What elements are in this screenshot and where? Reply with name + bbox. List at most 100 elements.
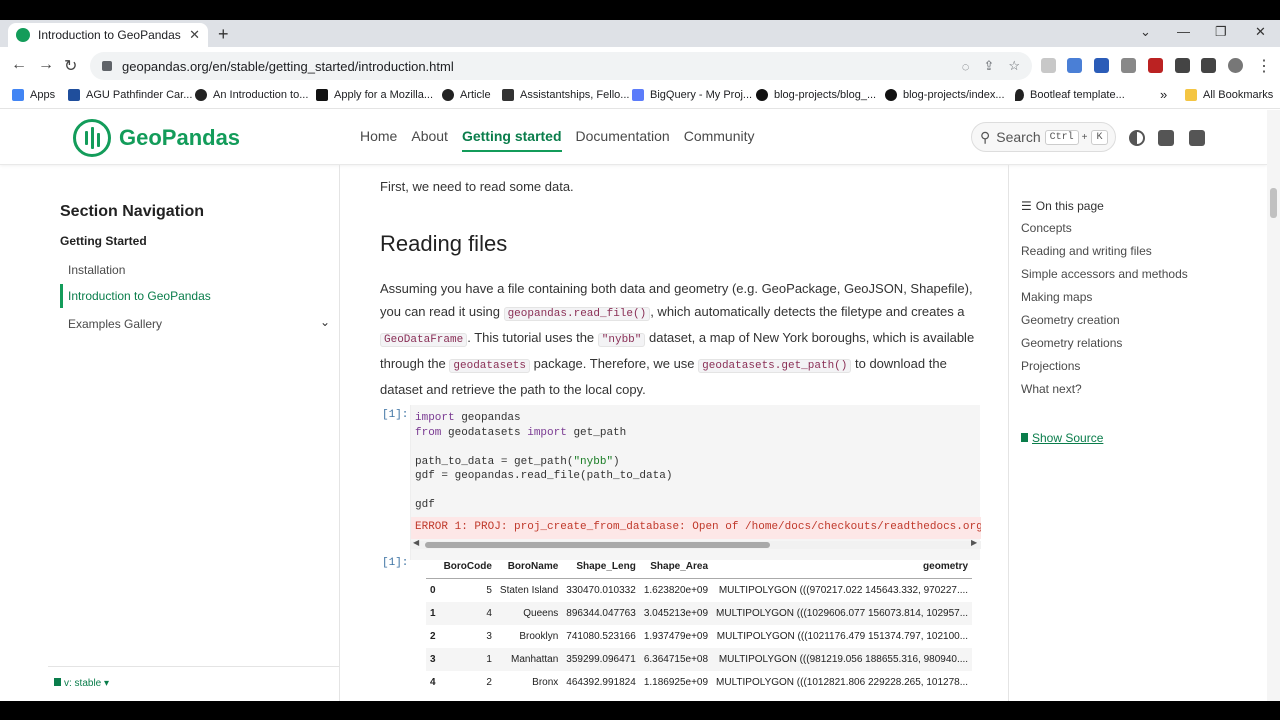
version-label: v: stable ▾ bbox=[64, 678, 110, 689]
nav-documentation[interactable]: Documentation bbox=[576, 128, 670, 152]
page-scrollbar[interactable] bbox=[1267, 110, 1280, 701]
tab-title: Introduction to GeoPandas — G bbox=[38, 28, 183, 42]
active-tab[interactable]: Introduction to GeoPandas — G ✕ bbox=[8, 23, 208, 47]
error-output: ERROR 1: PROJ: proj_create_from_database… bbox=[411, 517, 981, 539]
page-scrollbar-thumb[interactable] bbox=[1270, 188, 1277, 218]
section-nav-title: Section Navigation bbox=[60, 203, 205, 220]
extension-shield-icon[interactable] bbox=[1148, 58, 1163, 73]
sidebar-item-installation[interactable]: Installation bbox=[60, 263, 125, 277]
address-bar[interactable]: geopandas.org/en/stable/getting_started/… bbox=[90, 52, 1032, 80]
more-bookmarks-button[interactable]: » bbox=[1160, 87, 1167, 102]
toc-item-accessors[interactable]: Simple accessors and methods bbox=[1021, 267, 1188, 281]
all-bookmarks-folder[interactable]: All Bookmarks bbox=[1185, 89, 1273, 101]
bookmark-apps[interactable]: Apps bbox=[12, 89, 55, 101]
browser-menu-icon[interactable]: ⋮ bbox=[1256, 56, 1272, 76]
inline-code-geodatasets[interactable]: geodatasets bbox=[449, 359, 531, 373]
new-tab-button[interactable]: + bbox=[218, 24, 229, 45]
extensions-puzzle-icon[interactable] bbox=[1175, 58, 1190, 73]
nav-community[interactable]: Community bbox=[684, 128, 755, 152]
forward-arrow-icon[interactable]: → bbox=[38, 56, 54, 74]
code-source: import geopandas from geodatasets import… bbox=[415, 412, 673, 511]
column-header: Shape_Area bbox=[639, 555, 713, 579]
map-pin-icon bbox=[1015, 89, 1024, 101]
section-heading: Reading files bbox=[380, 231, 508, 256]
tab-search-dropdown-icon[interactable]: ⌄ bbox=[1140, 24, 1151, 40]
bookmark-bootleaf[interactable]: Bootleaf template... bbox=[1015, 89, 1125, 101]
theme-toggle-icon[interactable] bbox=[1129, 130, 1145, 146]
column-header: Shape_Leng bbox=[562, 555, 640, 579]
search-icon: ⚲ bbox=[980, 128, 991, 145]
version-switcher[interactable]: v: stable ▾ bbox=[48, 666, 340, 701]
bookmark-introduction[interactable]: An Introduction to... bbox=[195, 89, 308, 101]
inline-code-nybb: "nybb" bbox=[597, 333, 646, 347]
toc-item-concepts[interactable]: Concepts bbox=[1021, 221, 1072, 235]
inline-code-geodataframe[interactable]: GeoDataFrame bbox=[380, 333, 468, 347]
code-cell[interactable]: import geopandas from geodatasets import… bbox=[410, 405, 981, 560]
bookmark-assistantships[interactable]: Assistantships, Fello... bbox=[502, 89, 629, 101]
scroll-right-icon[interactable]: ▶ bbox=[971, 538, 977, 547]
scroll-left-icon[interactable]: ◀ bbox=[413, 538, 419, 547]
toc-item-geometry-creation[interactable]: Geometry creation bbox=[1021, 313, 1120, 327]
show-source-link[interactable]: Show Source bbox=[1021, 431, 1103, 445]
kbd-ctrl: Ctrl bbox=[1044, 129, 1079, 145]
eye-off-icon[interactable]: ◌ bbox=[962, 59, 970, 74]
on-this-page-toc: ☰ On this page Concepts Reading and writi… bbox=[1008, 165, 1267, 701]
toc-item-geometry-relations[interactable]: Geometry relations bbox=[1021, 336, 1122, 350]
extension-translate-icon[interactable] bbox=[1067, 58, 1082, 73]
profile-avatar[interactable] bbox=[1228, 58, 1243, 73]
globe-icon bbox=[195, 89, 207, 101]
minimize-button[interactable]: — bbox=[1177, 24, 1190, 39]
input-prompt: [1]: bbox=[382, 409, 409, 421]
github-icon[interactable] bbox=[1158, 130, 1174, 146]
close-window-button[interactable]: ✕ bbox=[1255, 24, 1266, 40]
site-header: GeoPandas Home About Getting started Doc… bbox=[0, 110, 1267, 165]
side-panel-icon[interactable] bbox=[1201, 58, 1216, 73]
bookmark-mozilla[interactable]: Apply for a Mozilla... bbox=[316, 89, 433, 101]
geopandas-logo-icon bbox=[73, 119, 111, 157]
toc-item-what-next[interactable]: What next? bbox=[1021, 382, 1082, 396]
nav-about[interactable]: About bbox=[411, 128, 448, 152]
web-page: GeoPandas Home About Getting started Doc… bbox=[0, 110, 1267, 701]
site-info-icon[interactable] bbox=[102, 61, 112, 71]
inline-code-get-path[interactable]: geodatasets.get_path() bbox=[698, 359, 852, 373]
chevron-down-icon[interactable]: ⌄ bbox=[320, 315, 330, 329]
sidebar-item-introduction[interactable]: Introduction to GeoPandas bbox=[60, 284, 211, 308]
nav-home[interactable]: Home bbox=[360, 128, 397, 152]
sidebar-item-examples-gallery[interactable]: Examples Gallery bbox=[60, 317, 162, 331]
search-button[interactable]: ⚲ Search Ctrl + K bbox=[971, 122, 1116, 152]
mozilla-icon bbox=[316, 89, 328, 101]
section-getting-started[interactable]: Getting Started bbox=[60, 234, 147, 248]
restore-button[interactable]: ❐ bbox=[1215, 24, 1227, 40]
extension-play-icon[interactable] bbox=[1121, 58, 1136, 73]
extension-doc-icon[interactable] bbox=[1041, 58, 1056, 73]
bookmark-agu[interactable]: AGU Pathfinder Car... bbox=[68, 89, 192, 101]
toc-item-reading-writing[interactable]: Reading and writing files bbox=[1021, 244, 1152, 258]
reading-files-paragraph: Assuming you have a file containing both… bbox=[380, 281, 975, 397]
horizontal-scrollbar[interactable]: ◀ ▶ bbox=[411, 538, 981, 549]
scrollbar-thumb[interactable] bbox=[425, 542, 770, 548]
back-arrow-icon[interactable]: ← bbox=[11, 56, 27, 74]
bookmark-article[interactable]: Article bbox=[442, 89, 491, 101]
inline-code-read-file[interactable]: geopandas.read_file() bbox=[503, 307, 651, 321]
share-icon[interactable]: ⇪ bbox=[983, 58, 994, 74]
kbd-plus: + bbox=[1081, 131, 1088, 143]
browser-toolbar: ← → ↻ geopandas.org/en/stable/getting_st… bbox=[0, 47, 1280, 85]
toc-item-projections[interactable]: Projections bbox=[1021, 359, 1080, 373]
kbd-k: K bbox=[1091, 129, 1108, 145]
bookmark-blog-projects-1[interactable]: blog-projects/blog_... bbox=[756, 89, 876, 101]
geopandas-logo[interactable]: GeoPandas bbox=[73, 119, 240, 157]
column-header: BoroName bbox=[495, 555, 563, 579]
globe-icon bbox=[442, 89, 454, 101]
tab-close-icon[interactable]: ✕ bbox=[189, 27, 200, 43]
extension-diamond-icon[interactable] bbox=[1094, 58, 1109, 73]
toc-item-making-maps[interactable]: Making maps bbox=[1021, 290, 1092, 304]
bookmark-star-icon[interactable]: ☆ bbox=[1008, 58, 1020, 74]
twitter-icon[interactable] bbox=[1189, 130, 1205, 146]
agu-icon bbox=[68, 89, 80, 101]
bookmark-blog-projects-2[interactable]: blog-projects/index... bbox=[885, 89, 1005, 101]
apps-grid-icon bbox=[12, 89, 24, 101]
reload-icon[interactable]: ↻ bbox=[64, 56, 77, 76]
nav-getting-started[interactable]: Getting started bbox=[461, 128, 562, 152]
column-header: BoroCode bbox=[439, 555, 496, 579]
bookmark-bigquery[interactable]: BigQuery - My Proj... bbox=[632, 89, 752, 101]
